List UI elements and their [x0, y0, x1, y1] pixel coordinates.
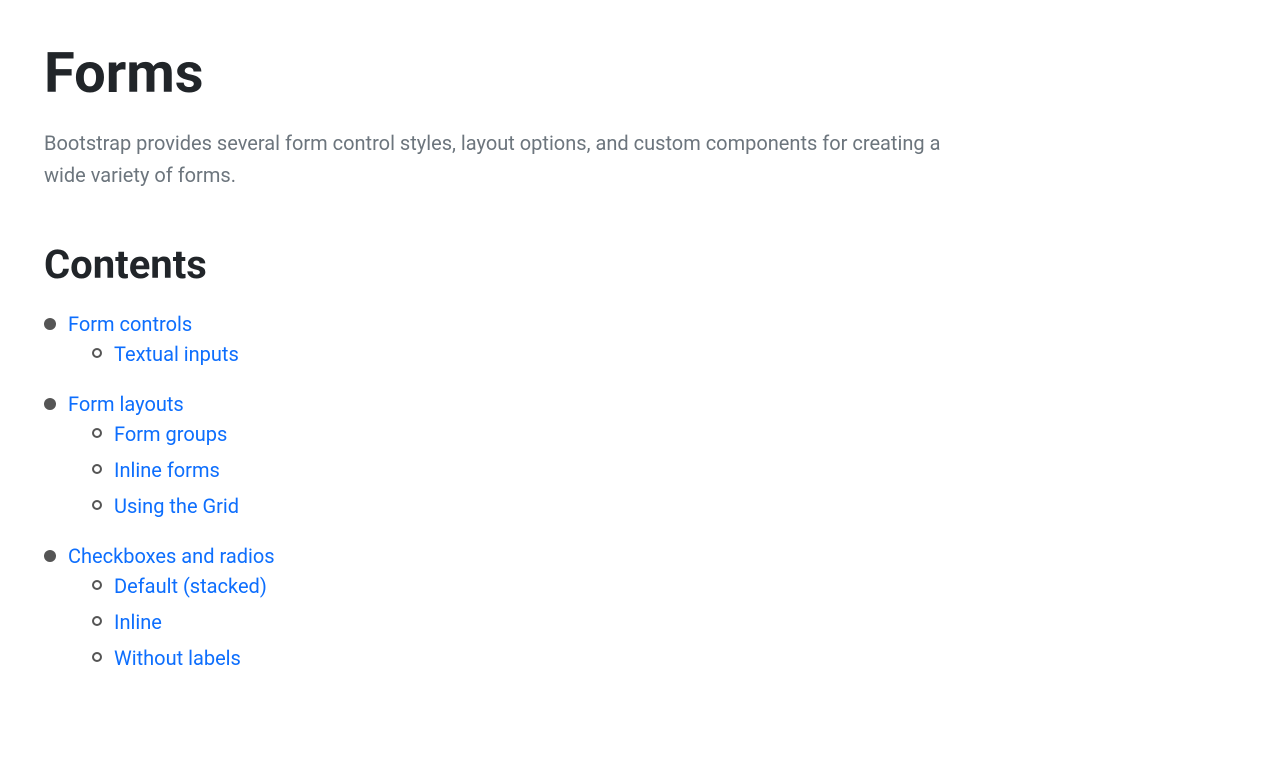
list-item-textual-inputs: Textual inputs	[92, 342, 239, 366]
link-form-controls[interactable]: Form controls	[68, 312, 192, 336]
list-item-inline: Inline	[92, 610, 275, 634]
contents-list: Form controls Textual inputs Form layout…	[44, 312, 1220, 682]
link-checkboxes-radios[interactable]: Checkboxes and radios	[68, 544, 275, 568]
list-item-using-the-grid: Using the Grid	[92, 494, 239, 518]
page-description: Bootstrap provides several form control …	[44, 127, 944, 191]
link-default-stacked[interactable]: Default (stacked)	[114, 574, 267, 598]
bullet-minor-icon	[92, 348, 102, 358]
bullet-minor-icon	[92, 652, 102, 662]
bullet-minor-icon	[92, 464, 102, 474]
list-item-default-stacked: Default (stacked)	[92, 574, 275, 598]
page-title: Forms	[44, 40, 1220, 107]
bullet-major-icon	[44, 398, 56, 410]
link-form-groups[interactable]: Form groups	[114, 422, 227, 446]
contents-heading: Contents	[44, 241, 1220, 288]
list-item-inline-forms: Inline forms	[92, 458, 239, 482]
list-item-checkboxes-radios: Checkboxes and radios Default (stacked) …	[44, 544, 1220, 682]
bullet-major-icon	[44, 550, 56, 562]
bullet-minor-icon	[92, 616, 102, 626]
bullet-minor-icon	[92, 428, 102, 438]
list-item-without-labels: Without labels	[92, 646, 275, 670]
sub-list-form-controls: Textual inputs	[92, 342, 239, 366]
sub-list-form-layouts: Form groups Inline forms Using the Grid	[92, 422, 239, 518]
link-without-labels[interactable]: Without labels	[114, 646, 241, 670]
link-inline[interactable]: Inline	[114, 610, 162, 634]
list-item-form-controls: Form controls Textual inputs	[44, 312, 1220, 378]
link-inline-forms[interactable]: Inline forms	[114, 458, 220, 482]
bullet-major-icon	[44, 318, 56, 330]
list-item-form-groups: Form groups	[92, 422, 239, 446]
bullet-minor-icon	[92, 500, 102, 510]
list-item-form-layouts: Form layouts Form groups Inline forms Us…	[44, 392, 1220, 530]
link-textual-inputs[interactable]: Textual inputs	[114, 342, 239, 366]
link-using-the-grid[interactable]: Using the Grid	[114, 494, 239, 518]
sub-list-checkboxes-radios: Default (stacked) Inline Without labels	[92, 574, 275, 670]
bullet-minor-icon	[92, 580, 102, 590]
link-form-layouts[interactable]: Form layouts	[68, 392, 184, 416]
